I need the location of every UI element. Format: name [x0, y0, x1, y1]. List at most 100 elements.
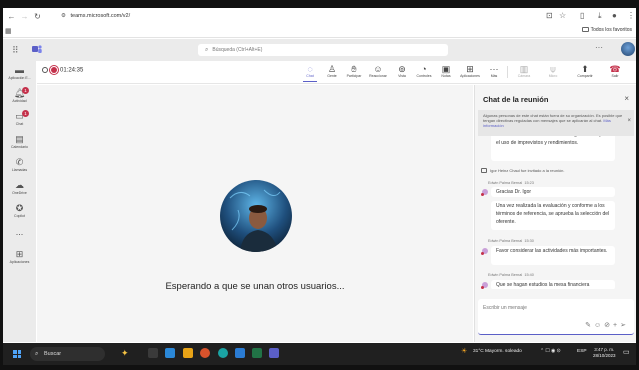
toolbar-mic-button[interactable]: ⍦ Micro [542, 64, 564, 79]
forward-icon[interactable]: → [20, 12, 29, 21]
emoji-icon[interactable]: ☺ [594, 322, 604, 329]
weather-text[interactable]: 31°C Mayorm. soleado [473, 349, 522, 354]
tray-icons[interactable]: ⌃ ☐ ◉ ⊙ [540, 349, 561, 354]
toolbar-apps-button[interactable]: ⊞ Aplicaciones [459, 64, 481, 79]
rail-item-onedrive[interactable]: ☁︎ OneDrive [3, 180, 36, 202]
user-avatar[interactable] [621, 42, 635, 56]
toolbar-share-button[interactable]: ⬆ Compartir [574, 64, 596, 79]
toolbar-controls-button[interactable]: ◔ Controles [413, 64, 435, 79]
author: Edwin Palma Bernal [488, 273, 523, 277]
profile-icon[interactable]: ● [612, 11, 617, 20]
download-icon[interactable]: ⤓ [598, 11, 602, 21]
rail-item-calls[interactable]: ✆ Llamadas [3, 157, 36, 179]
dismiss-notice-icon[interactable]: × [627, 118, 631, 124]
participant-photo [220, 180, 292, 252]
camera-off-icon: ▥ [519, 64, 529, 74]
toolbar-leave-button[interactable]: ☎︎ Salir [604, 64, 626, 79]
language-indicator[interactable]: ESP [577, 349, 587, 354]
translate-icon[interactable]: ⊡ [546, 11, 553, 20]
search-icon: ⌕ [205, 47, 209, 53]
external-notice: Algunas personas de este chat están fuer… [478, 110, 634, 136]
browser-menu-icon[interactable]: ⋮ [627, 11, 635, 20]
toolbar-raise-hand-button[interactable]: ✋︎ Participar [343, 64, 365, 79]
bookmark-star-icon[interactable]: ☆ [559, 11, 566, 20]
edge-icon[interactable] [218, 348, 228, 358]
office-icon[interactable] [200, 348, 210, 358]
format-icon[interactable]: ✎ [585, 322, 594, 329]
time: 15:40 [524, 273, 534, 277]
toolbar-label: Notas [441, 74, 451, 78]
explorer-icon[interactable] [165, 348, 175, 358]
meeting-chat-panel: Chat de la reunión × Algunas personas de… [474, 85, 636, 342]
search-placeholder: Búsqueda (Ctrl+Alt+E) [212, 47, 263, 53]
browser-chrome: ← → ↻ ⚙ teams.microsoft.com/v2/ ⊡ ☆ ▯ ⤓ … [3, 8, 636, 38]
smile-icon: ☺ [373, 64, 383, 74]
chat-message: Que se hagan estudios la mesa financiera [491, 280, 615, 289]
rail-item-apps[interactable]: ▬ Aplicación E... [3, 65, 36, 87]
rail-item-more[interactable]: ... [3, 227, 36, 249]
reload-icon[interactable]: ↻ [33, 12, 42, 21]
teams-header: ⠿ ⌕ Búsqueda (Ctrl+Alt+E) ··· [3, 39, 636, 61]
chat-messages[interactable]: el Orden del Día a solicitud de la organ… [478, 136, 634, 289]
search-input[interactable]: ⌕ Búsqueda (Ctrl+Alt+E) [198, 44, 448, 56]
toolbar-label: Compartir [577, 74, 593, 78]
toolbar-label: Vista [398, 74, 406, 78]
letterbox-bottom [0, 365, 639, 370]
toolbar-label: Salir [611, 74, 619, 78]
rail-item-add-apps[interactable]: ⊞ Aplicaciones [3, 249, 36, 271]
toolbar-label: Más [490, 74, 498, 78]
rail-label: Chat [15, 122, 24, 126]
tab-icon[interactable]: ▯ [580, 11, 584, 20]
screen: ← → ↻ ⚙ teams.microsoft.com/v2/ ⊡ ☆ ▯ ⤓ … [0, 0, 639, 370]
toolbar-view-button[interactable]: ⊚ Vista [391, 64, 413, 79]
excel-icon[interactable] [252, 348, 262, 358]
all-bookmarks[interactable]: Todos los favoritos [581, 27, 632, 33]
windows-taskbar: ⌕ Buscar ✦ ☀ 31°C Mayorm. soleado ⌃ ☐ ◉ ⊙… [3, 343, 636, 365]
rail-item-calendar[interactable]: ▤ Calendario [3, 134, 36, 156]
toolbar-react-button[interactable]: ☺ Reaccionar [367, 64, 389, 79]
meeting-info-icon[interactable] [42, 67, 48, 73]
toolbar-camera-button[interactable]: ▥ Cámara [513, 64, 535, 79]
toolbar-chat-button[interactable]: ◌ Chat [299, 64, 321, 82]
rail-label: OneDrive [12, 191, 27, 195]
toolbar-label: Reaccionar [369, 74, 387, 78]
attach-icon[interactable]: ⊘ [604, 322, 613, 329]
windows-start-icon[interactable] [13, 350, 21, 358]
send-icon[interactable]: ➢ [620, 322, 629, 329]
notes-icon: ▣ [441, 64, 451, 74]
chat-panel-title: Chat de la reunión [483, 95, 549, 104]
toolbar-label: Aplicaciones [460, 74, 480, 78]
outlook-icon[interactable] [235, 348, 245, 358]
address-bar[interactable]: ⚙ teams.microsoft.com/v2/ [61, 11, 531, 22]
compose-box[interactable]: ✎☺⊘+➢ [478, 299, 634, 335]
search-icon: ⌕ [35, 351, 39, 357]
meeting-stage: Esperando a que se unan otros usuarios..… [37, 85, 473, 342]
url-text: teams.microsoft.com/v2/ [70, 13, 131, 19]
site-info-icon[interactable]: ⚙ [61, 11, 69, 22]
task-view-icon[interactable] [148, 348, 158, 358]
chat-message: el Orden del Día a solicitud de la organ… [491, 136, 615, 161]
toolbar-notes-button[interactable]: ▣ Notas [435, 64, 457, 79]
toolbar-more-button[interactable]: ··· Más [483, 64, 505, 79]
taskbar-clock[interactable]: 3:47 p. m. 28/10/2023 [593, 347, 616, 359]
rail-item-chat[interactable]: ▭ 1 Chat [3, 110, 36, 133]
waffle-icon[interactable]: ⠿ [12, 45, 19, 56]
rail-item-copilot[interactable]: ✪ Copilot [3, 203, 36, 225]
apps-icon: ▬ [15, 65, 24, 75]
close-icon[interactable]: × [624, 94, 629, 103]
rail-item-activity[interactable]: 🔔︎ 1 Actividad [3, 87, 36, 110]
back-icon[interactable]: ← [7, 12, 16, 21]
apps-grid-icon[interactable]: ▦ [5, 27, 13, 35]
status-dot [481, 252, 484, 255]
phone-icon: ✆ [15, 157, 24, 167]
taskbar-search-label: Buscar [44, 351, 62, 357]
taskbar-search[interactable]: ⌕ Buscar [30, 347, 105, 361]
widget-icon[interactable]: ✦ [121, 348, 131, 358]
teams-taskbar-icon[interactable] [269, 348, 279, 358]
message-input[interactable] [483, 305, 623, 311]
recording-icon [51, 67, 57, 73]
settings-more-icon[interactable]: ··· [595, 43, 603, 52]
folder-icon[interactable] [183, 348, 193, 358]
toolbar-people-button[interactable]: ♙ Gente [321, 64, 343, 79]
notification-icon[interactable]: ▭ [623, 348, 630, 356]
